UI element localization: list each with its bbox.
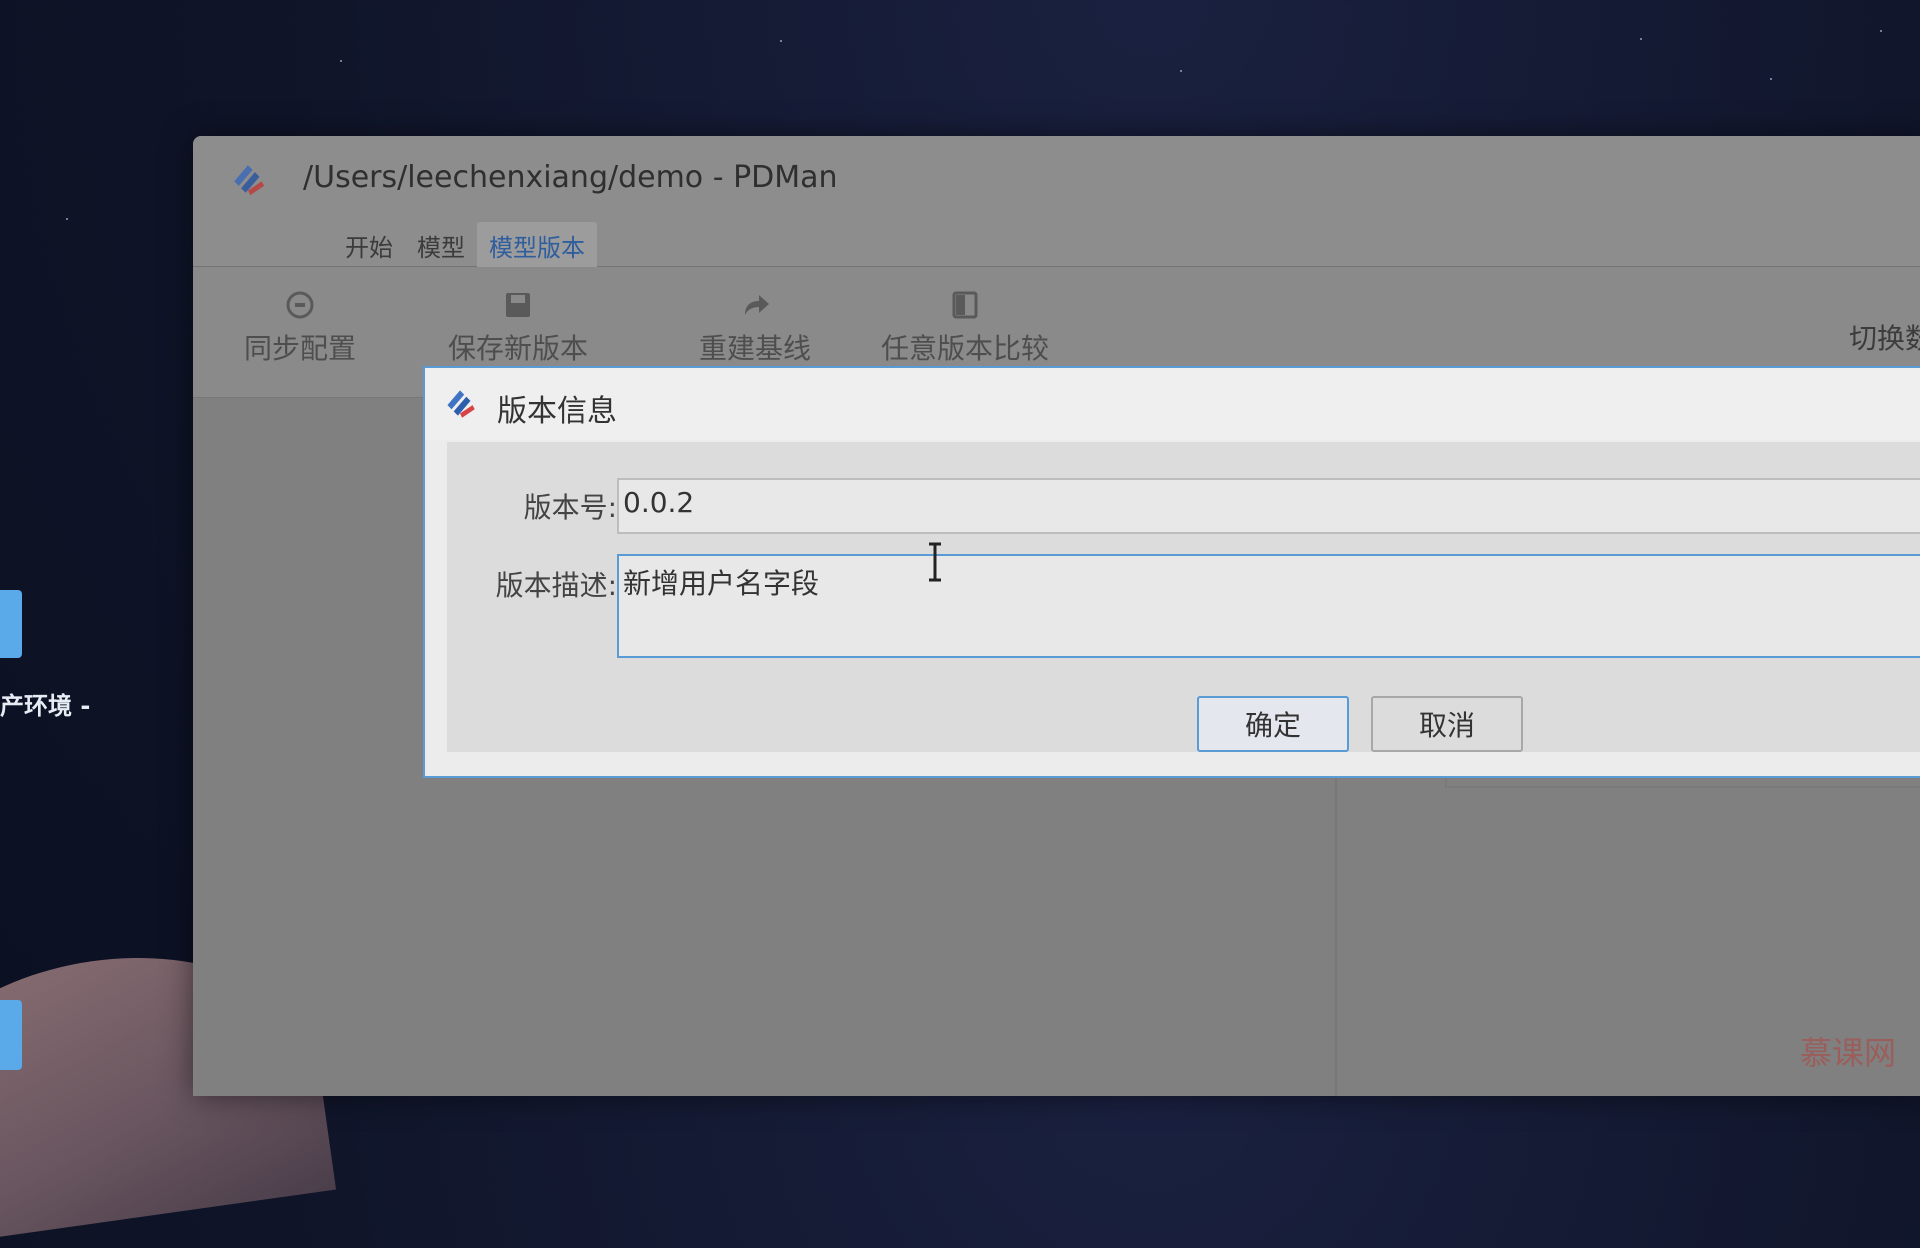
compare-icon	[952, 291, 978, 319]
watermark: 慕课网	[1799, 1034, 1896, 1072]
sync-config-button[interactable]: 同步配置	[235, 289, 365, 367]
pdman-logo-icon	[447, 390, 475, 418]
version-description-label: 版本描述:	[495, 569, 617, 602]
rebuild-baseline-button[interactable]: 重建基线	[675, 289, 835, 367]
desktop-widget[interactable]	[0, 590, 22, 658]
dialog-body: 版本号: 0.0.2 版本描述: 新增用户名字段 确定 取消	[447, 442, 1920, 752]
dialog-title: 版本信息	[497, 394, 617, 429]
menu-bar: 开始 模型 模型版本	[333, 222, 597, 269]
rebuild-baseline-label: 重建基线	[698, 332, 811, 365]
sync-config-label: 同步配置	[243, 332, 356, 365]
cancel-button[interactable]: 取消	[1371, 696, 1523, 752]
version-info-dialog: 版本信息 版本号: 0.0.2 版本描述: 新增用户名字段 确定 取消	[423, 366, 1920, 778]
dialog-title-bar: 版本信息	[425, 368, 1920, 440]
save-icon	[506, 293, 530, 317]
compare-versions-label: 任意版本比较	[880, 332, 1049, 365]
version-description-textarea[interactable]: 新增用户名字段	[617, 554, 1920, 658]
window-title: /Users/leechenxiang/demo - PDMan	[303, 160, 838, 195]
switch-db-button[interactable]: 切换数	[1849, 317, 1920, 357]
compare-versions-button[interactable]: 任意版本比较	[865, 289, 1065, 367]
sync-icon	[286, 291, 314, 319]
desktop-label: 产环境 -	[0, 692, 91, 720]
text-cursor-icon	[929, 542, 941, 582]
version-number-label: 版本号:	[523, 491, 617, 524]
desktop-widget[interactable]	[0, 1000, 22, 1070]
title-bar: /Users/leechenxiang/demo - PDMan 开始 模型 模…	[193, 136, 1920, 269]
save-version-button[interactable]: 保存新版本	[438, 289, 598, 367]
pdman-logo-icon	[234, 165, 265, 196]
save-version-label: 保存新版本	[447, 332, 588, 365]
menu-model-version[interactable]: 模型版本	[477, 222, 597, 269]
ok-button[interactable]: 确定	[1197, 696, 1349, 752]
version-number-input[interactable]: 0.0.2	[617, 478, 1920, 534]
menu-model[interactable]: 模型	[405, 222, 477, 269]
redo-icon	[745, 295, 769, 315]
menu-start[interactable]: 开始	[333, 222, 405, 269]
